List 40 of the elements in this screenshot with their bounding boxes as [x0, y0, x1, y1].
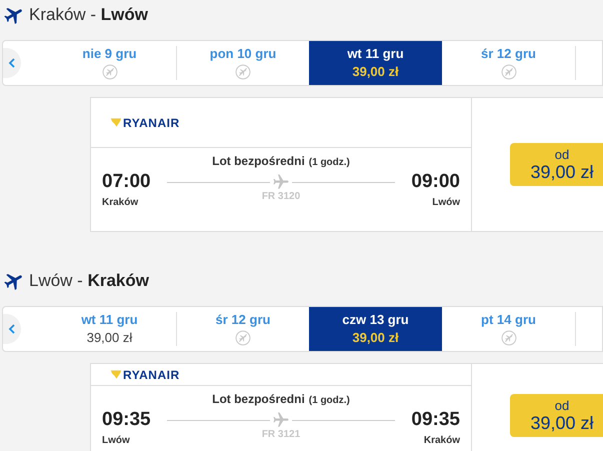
date-price: 39,00 zł — [352, 63, 399, 80]
departure-city: Lwów — [102, 435, 131, 446]
airline-name: RYANAIR — [123, 116, 180, 130]
flight-number: FR 3120 — [262, 191, 300, 202]
date-label: pt 14 gru — [481, 312, 536, 328]
date-label: nie 9 gru — [82, 46, 137, 62]
price-button[interactable]: od 39,00 zł — [510, 394, 603, 437]
date-label: czw 13 gru — [342, 312, 409, 328]
date-label: śr 12 gru — [216, 312, 270, 328]
arrival-city: Lwów — [432, 197, 460, 208]
plane-icon — [272, 173, 290, 191]
previous-dates-button[interactable] — [3, 314, 21, 344]
price-button[interactable]: od 39,00 zł — [510, 143, 603, 186]
date-label: wt 11 gru — [347, 46, 404, 62]
arrival-time: 09:00 — [411, 170, 460, 194]
date-tab[interactable]: wt 11 gru 39,00 zł — [43, 312, 176, 346]
arrival-city: Kraków — [424, 435, 460, 446]
airline-name: RYANAIR — [123, 368, 180, 382]
chevron-left-icon — [8, 324, 16, 334]
date-label: wt 11 gru — [81, 312, 138, 328]
departure-time: 07:00 — [102, 170, 152, 194]
departure-time: 09:35 — [102, 408, 152, 432]
date-tab[interactable]: wt 11 gru 39,00 zł — [309, 41, 442, 85]
arrival-time: 09:35 — [411, 408, 460, 432]
date-label: śr 12 gru — [481, 46, 536, 62]
date-tab[interactable]: czw 13 gru 39,00 zł — [309, 307, 442, 351]
route-title: Kraków - Lwów — [29, 5, 148, 25]
plane-icon — [272, 411, 290, 429]
flight-duration: (1 godz.) — [308, 157, 350, 168]
flight-duration: (1 godz.) — [308, 395, 350, 406]
date-label: pon 10 gru — [210, 46, 276, 62]
previous-dates-button[interactable] — [3, 48, 21, 78]
flight-type: Lot bezpośredni — [212, 392, 305, 406]
date-price: 39,00 zł — [86, 329, 132, 346]
date-price: 39,00 zł — [352, 329, 399, 346]
flight-number: FR 3121 — [262, 429, 300, 440]
departure-city: Kraków — [102, 197, 140, 208]
route-title: Lwów - Kraków — [29, 271, 149, 291]
flight-type: Lot bezpośredni — [212, 154, 305, 168]
chevron-left-icon — [8, 58, 16, 68]
